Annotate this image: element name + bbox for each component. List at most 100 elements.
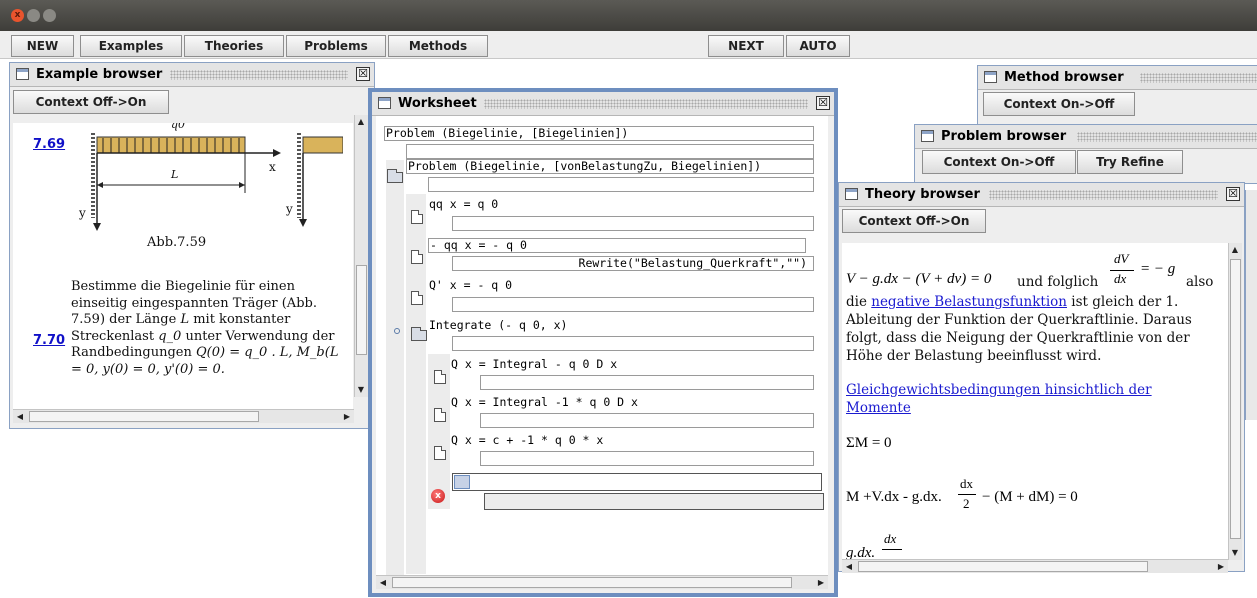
- window-minimize-button[interactable]: [27, 9, 40, 22]
- scroll-down-arrow[interactable]: ▼: [355, 384, 367, 396]
- folder-icon[interactable]: [387, 169, 403, 183]
- node-input[interactable]: [480, 375, 814, 390]
- titlebar-grip: [989, 190, 1218, 200]
- rule-label[interactable]: Rewrite("Belastung_Querkraft",""): [452, 256, 814, 271]
- document-icon[interactable]: [411, 210, 423, 224]
- method-context-button[interactable]: Context On->Off: [983, 92, 1135, 116]
- equation-1-suffix: also: [1186, 274, 1214, 290]
- active-rule-input[interactable]: [484, 493, 824, 510]
- node-formula[interactable]: Q x = c + -1 * q 0 * x: [450, 434, 814, 449]
- scroll-right-arrow[interactable]: ▶: [815, 577, 827, 589]
- worksheet-titlebar[interactable]: Worksheet ☒: [372, 92, 834, 116]
- problem-browser-titlebar[interactable]: Problem browser: [915, 125, 1257, 149]
- scroll-thumb[interactable]: [1230, 259, 1241, 539]
- window-maximize-button[interactable]: [43, 9, 56, 22]
- figure-caption: Abb.7.59: [147, 235, 207, 250]
- node-input[interactable]: [480, 451, 814, 466]
- node-input[interactable]: [406, 144, 814, 159]
- scroll-left-arrow[interactable]: ◀: [843, 561, 855, 573]
- scroll-left-arrow[interactable]: ◀: [14, 411, 26, 423]
- length-label: L: [171, 168, 179, 181]
- equation-1-rhs: = − g: [1140, 261, 1176, 277]
- document-icon[interactable]: [411, 291, 423, 305]
- example-list: q0 L x y y 7.69 Abb.7.59 Bestimme die Bi…: [13, 123, 353, 409]
- node-formula[interactable]: Problem (Biegelinie, [Biegelinien]): [384, 126, 814, 141]
- new-button[interactable]: NEW: [11, 35, 74, 57]
- document-icon[interactable]: [411, 250, 423, 264]
- equation-2: ΣM = 0: [846, 435, 892, 451]
- horizontal-scrollbar[interactable]: ◀ ▶: [376, 575, 828, 589]
- node-input[interactable]: [428, 177, 814, 192]
- folder-icon[interactable]: [411, 327, 427, 341]
- scroll-thumb[interactable]: [356, 265, 367, 355]
- node-input[interactable]: [452, 216, 814, 231]
- titlebar-grip: [1140, 73, 1257, 83]
- example-link-7-70[interactable]: 7.70: [33, 333, 65, 348]
- theory-browser-titlebar[interactable]: Theory browser ☒: [839, 183, 1244, 207]
- window-icon: [845, 188, 858, 200]
- scroll-thumb[interactable]: [858, 561, 1148, 572]
- node-formula[interactable]: Integrate (- q 0, x): [428, 319, 814, 334]
- horizontal-scrollbar[interactable]: ◀ ▶: [13, 409, 354, 423]
- scroll-left-arrow[interactable]: ◀: [377, 577, 389, 589]
- problems-button[interactable]: Problems: [286, 35, 386, 57]
- load-label: q0: [171, 123, 186, 131]
- scroll-right-arrow[interactable]: ▶: [1215, 561, 1227, 573]
- scroll-up-arrow[interactable]: ▲: [1229, 244, 1241, 256]
- next-button[interactable]: NEXT: [708, 35, 784, 57]
- window-icon: [984, 71, 997, 83]
- worksheet-title: Worksheet: [398, 96, 483, 111]
- worksheet-window: Worksheet ☒ Problem (Biegelinie, [Biegel…: [368, 88, 838, 597]
- scroll-thumb[interactable]: [392, 577, 792, 588]
- example-description: Bestimme die Biegelinie für einen einsei…: [71, 279, 339, 377]
- horizontal-scrollbar[interactable]: ◀ ▶: [842, 559, 1228, 573]
- node-input[interactable]: [452, 297, 814, 312]
- close-icon[interactable]: ☒: [816, 96, 830, 110]
- vertical-scrollbar[interactable]: ▲ ▼: [354, 115, 368, 397]
- node-formula[interactable]: - qq x = - q 0: [428, 238, 806, 253]
- node-formula[interactable]: Q x = Integral -1 * q 0 D x: [450, 396, 814, 411]
- example-link-7-69[interactable]: 7.69: [33, 137, 65, 152]
- close-icon[interactable]: ☒: [1226, 187, 1240, 201]
- tree-handle-icon[interactable]: [394, 328, 400, 334]
- method-browser-title: Method browser: [1004, 70, 1130, 85]
- scroll-right-arrow[interactable]: ▶: [341, 411, 353, 423]
- fraction-numerator: dx: [884, 531, 897, 546]
- node-formula[interactable]: Q' x = - q 0: [428, 279, 814, 294]
- theories-button[interactable]: Theories: [184, 35, 284, 57]
- scroll-down-arrow[interactable]: ▼: [1229, 547, 1241, 559]
- examples-button[interactable]: Examples: [80, 35, 182, 57]
- node-formula[interactable]: Q x = Integral - q 0 D x: [450, 358, 814, 373]
- window-close-button[interactable]: x: [11, 9, 24, 22]
- close-icon[interactable]: ☒: [356, 67, 370, 81]
- problem-context-button[interactable]: Context On->Off: [922, 150, 1076, 174]
- equation-1-text: und folglich: [1017, 274, 1099, 290]
- node-formula[interactable]: Problem (Biegelinie, [vonBelastungZu, Bi…: [406, 159, 814, 174]
- titlebar-grip: [1077, 132, 1257, 142]
- worksheet-tree: Problem (Biegelinie, [Biegelinien]) Prob…: [376, 116, 828, 575]
- node-formula[interactable]: qq x = q 0: [428, 198, 814, 213]
- document-icon[interactable]: [434, 370, 446, 384]
- scroll-up-arrow[interactable]: ▲: [355, 116, 367, 128]
- active-formula-input[interactable]: [452, 473, 822, 491]
- node-input[interactable]: [480, 413, 814, 428]
- auto-button[interactable]: AUTO: [786, 35, 850, 57]
- method-browser-titlebar[interactable]: Method browser: [978, 66, 1257, 90]
- error-icon[interactable]: x: [431, 489, 445, 503]
- theory-context-button[interactable]: Context Off->On: [842, 209, 986, 233]
- vertical-scrollbar[interactable]: ▲ ▼: [1228, 243, 1242, 560]
- scroll-thumb[interactable]: [29, 411, 259, 422]
- methods-button[interactable]: Methods: [388, 35, 488, 57]
- link-negative-belastungsfunktion[interactable]: negative Belastungsfunktion: [871, 294, 1067, 310]
- document-icon[interactable]: [434, 408, 446, 422]
- caret-marker: [454, 475, 470, 489]
- tree-gutter: [386, 160, 404, 575]
- fraction-denominator: 2: [963, 496, 970, 511]
- document-icon[interactable]: [434, 446, 446, 460]
- link-gleichgewichtsbedingungen[interactable]: Gleichgewichtsbedingungen hinsichtlich d…: [846, 381, 1206, 417]
- try-refine-button[interactable]: Try Refine: [1077, 150, 1183, 174]
- context-toggle-button[interactable]: Context Off->On: [13, 90, 169, 114]
- example-browser-titlebar[interactable]: Example browser ☒: [10, 63, 374, 87]
- titlebar-grip: [484, 99, 808, 109]
- node-input[interactable]: [452, 336, 814, 351]
